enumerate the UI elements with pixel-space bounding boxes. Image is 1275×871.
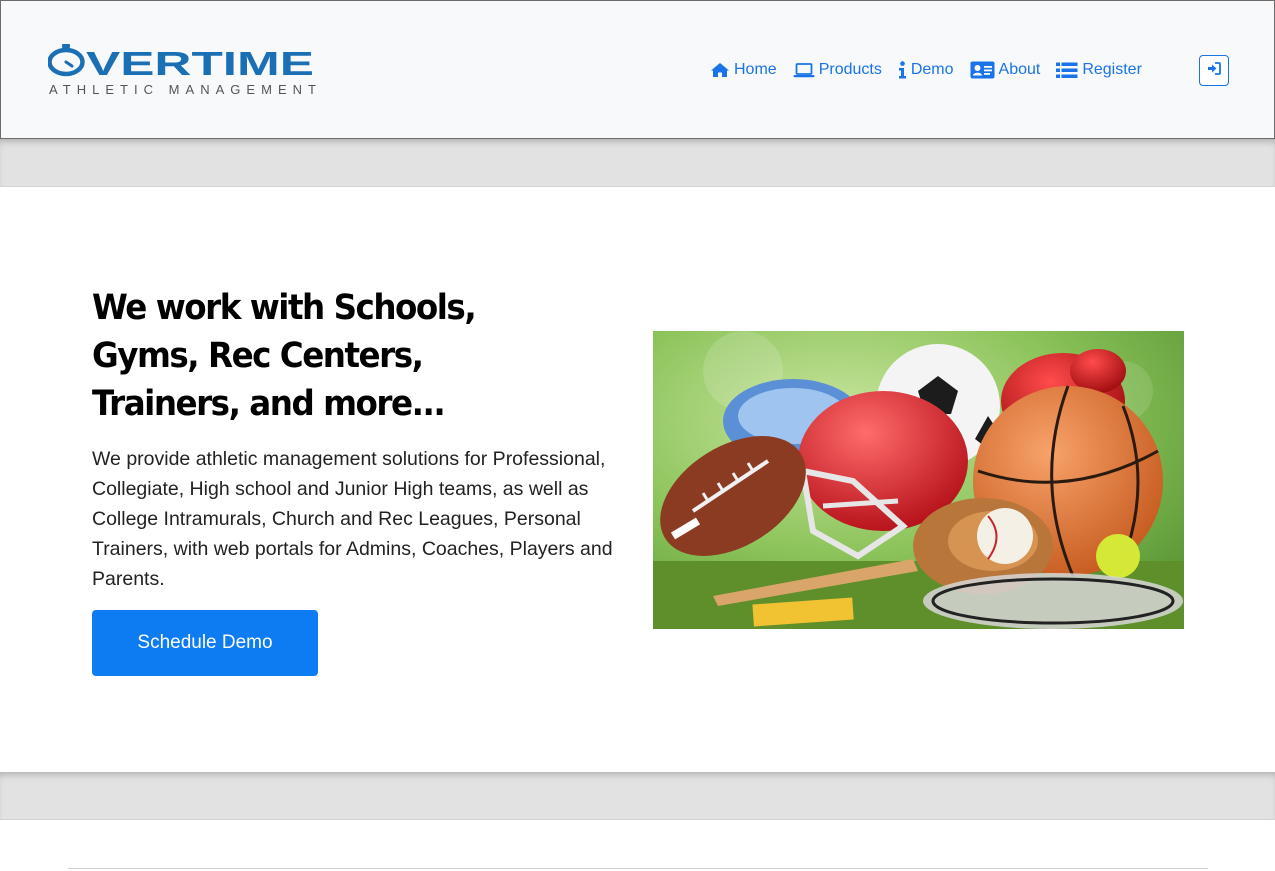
list-icon [1056, 62, 1078, 79]
laptop-icon [793, 62, 815, 78]
section-divider-band [0, 139, 1275, 187]
section-divider-band [0, 772, 1275, 820]
nav-about[interactable]: About [970, 61, 1041, 79]
overtime-logo[interactable]: VERTIME ATHLETIC MANAGEMENT [48, 43, 318, 99]
hero-section: We work with Schools, Gyms, Rec Centers,… [0, 188, 1275, 772]
id-card-icon [970, 61, 995, 79]
nav-demo[interactable]: Demo [898, 61, 954, 79]
svg-text:VERTIME: VERTIME [86, 45, 314, 82]
sign-in-icon [1207, 61, 1221, 80]
nav-home-label: Home [734, 61, 777, 78]
main-nav: Home Products Demo About Register [710, 57, 1142, 83]
hero-title: We work with Schools, Gyms, Rec Centers,… [92, 288, 477, 424]
sports-equipment-image [653, 331, 1184, 629]
nav-home[interactable]: Home [710, 61, 777, 79]
login-button[interactable] [1199, 55, 1229, 86]
nav-register-label: Register [1082, 61, 1142, 78]
next-section [0, 820, 1275, 871]
svg-text:ATHLETIC MANAGEMENT: ATHLETIC MANAGEMENT [49, 82, 316, 97]
home-icon [710, 62, 730, 78]
nav-register[interactable]: Register [1056, 61, 1142, 79]
info-icon [898, 61, 907, 79]
nav-demo-label: Demo [910, 61, 954, 78]
section-divider [68, 868, 1208, 869]
nav-products[interactable]: Products [793, 61, 882, 79]
schedule-demo-button[interactable]: Schedule Demo [92, 610, 318, 676]
nav-products-label: Products [818, 61, 882, 78]
site-header: VERTIME ATHLETIC MANAGEMENT Home Product… [0, 0, 1275, 139]
hero-description: We provide athletic management solutions… [92, 448, 613, 590]
nav-about-label: About [998, 61, 1041, 78]
